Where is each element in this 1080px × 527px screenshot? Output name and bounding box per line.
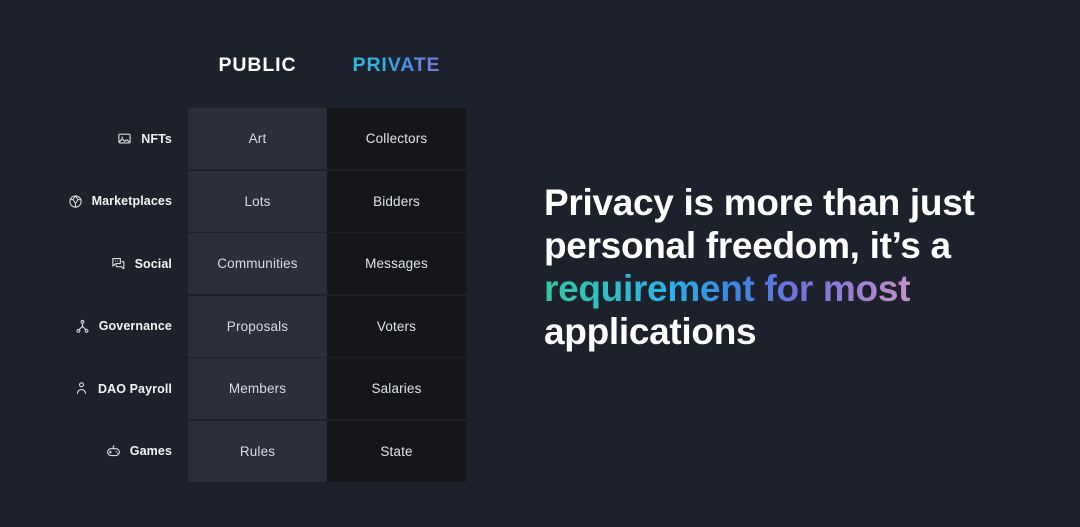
hierarchy-icon	[75, 319, 90, 334]
public-private-matrix: PUBLIC PRIVATE NFTs Art Collectors Marke…	[0, 0, 520, 527]
cell-private-marketplaces: Bidders	[327, 170, 466, 232]
table-row: Governance Proposals Voters	[0, 295, 520, 357]
cell-public-governance: Proposals	[188, 295, 327, 357]
row-label-text: NFTs	[141, 131, 172, 146]
row-label-dao-payroll: DAO Payroll	[0, 358, 188, 419]
image-icon	[117, 131, 132, 146]
cell-public-marketplaces: Lots	[188, 170, 327, 232]
row-label-games: Games	[0, 421, 188, 482]
row-label-nfts: NFTs	[0, 108, 188, 169]
cell-private-games: State	[327, 420, 466, 482]
chat-bubbles-icon	[111, 256, 126, 271]
headline: Privacy is more than just personal freed…	[544, 181, 1014, 353]
cell-private-dao-payroll: Salaries	[327, 358, 466, 419]
matrix-rows: NFTs Art Collectors Marketplaces Lots Bi…	[0, 108, 520, 483]
gamepad-icon	[106, 444, 121, 459]
cell-public-social: Communities	[188, 233, 327, 294]
gem-icon	[68, 194, 83, 209]
row-label-social: Social	[0, 233, 188, 294]
headline-line-3-accent: requirement for most	[544, 268, 911, 309]
table-row: Social Communities Messages	[0, 233, 520, 294]
cell-public-dao-payroll: Members	[188, 358, 327, 419]
row-label-marketplaces: Marketplaces	[0, 171, 188, 232]
headline-line-4: applications	[544, 311, 757, 352]
column-header-public: PUBLIC	[218, 54, 297, 76]
cell-private-nfts: Collectors	[327, 108, 466, 169]
column-header-private: PRIVATE	[327, 54, 466, 88]
table-row: Marketplaces Lots Bidders	[0, 170, 520, 232]
cell-public-nfts: Art	[188, 108, 327, 169]
table-row: Games Rules State	[0, 420, 520, 482]
slide-root: PUBLIC PRIVATE NFTs Art Collectors Marke…	[0, 0, 1080, 527]
matrix-column-headers: PUBLIC PRIVATE	[188, 54, 466, 88]
row-label-text: Governance	[98, 319, 172, 333]
person-icon	[74, 381, 89, 396]
row-label-text: Marketplaces	[91, 194, 172, 208]
headline-line-2: personal freedom, it’s a	[544, 225, 951, 266]
row-label-text: Social	[134, 256, 172, 271]
cell-private-governance: Voters	[327, 295, 466, 357]
cell-public-games: Rules	[188, 420, 327, 482]
row-label-governance: Governance	[0, 296, 188, 357]
row-label-text: DAO Payroll	[97, 381, 172, 396]
headline-line-1: Privacy is more than just	[544, 182, 975, 223]
table-row: DAO Payroll Members Salaries	[0, 358, 520, 419]
row-label-text: Games	[129, 444, 172, 458]
cell-private-social: Messages	[327, 233, 466, 294]
table-row: NFTs Art Collectors	[0, 108, 520, 169]
